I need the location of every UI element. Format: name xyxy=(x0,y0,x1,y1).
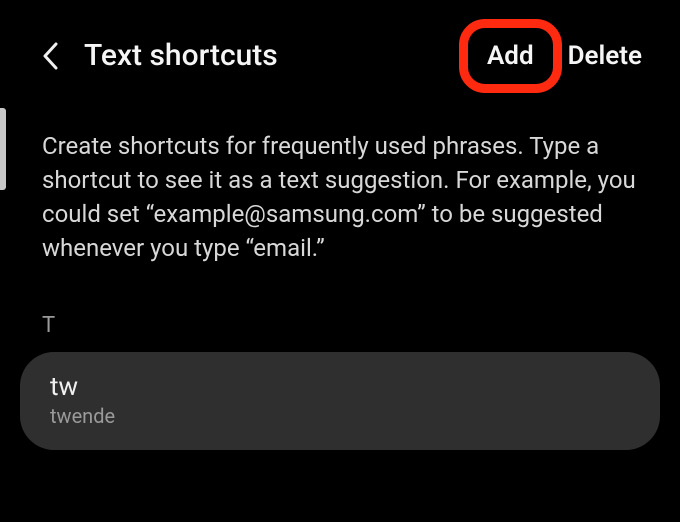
scroll-indicator xyxy=(0,108,6,190)
header-actions: Add Delete xyxy=(487,41,642,71)
add-button[interactable]: Add xyxy=(487,41,534,71)
shortcut-phrase: twende xyxy=(50,404,630,428)
add-button-label: Add xyxy=(487,41,534,71)
section-letter: T xyxy=(0,265,680,352)
back-icon[interactable] xyxy=(38,44,62,68)
description-text: Create shortcuts for frequently used phr… xyxy=(0,91,680,265)
shortcut-item[interactable]: tw twende xyxy=(20,352,660,450)
shortcut-key: tw xyxy=(50,372,630,402)
page-title: Text shortcuts xyxy=(84,38,487,73)
delete-button[interactable]: Delete xyxy=(568,41,642,71)
header-bar: Text shortcuts Add Delete xyxy=(0,0,680,91)
